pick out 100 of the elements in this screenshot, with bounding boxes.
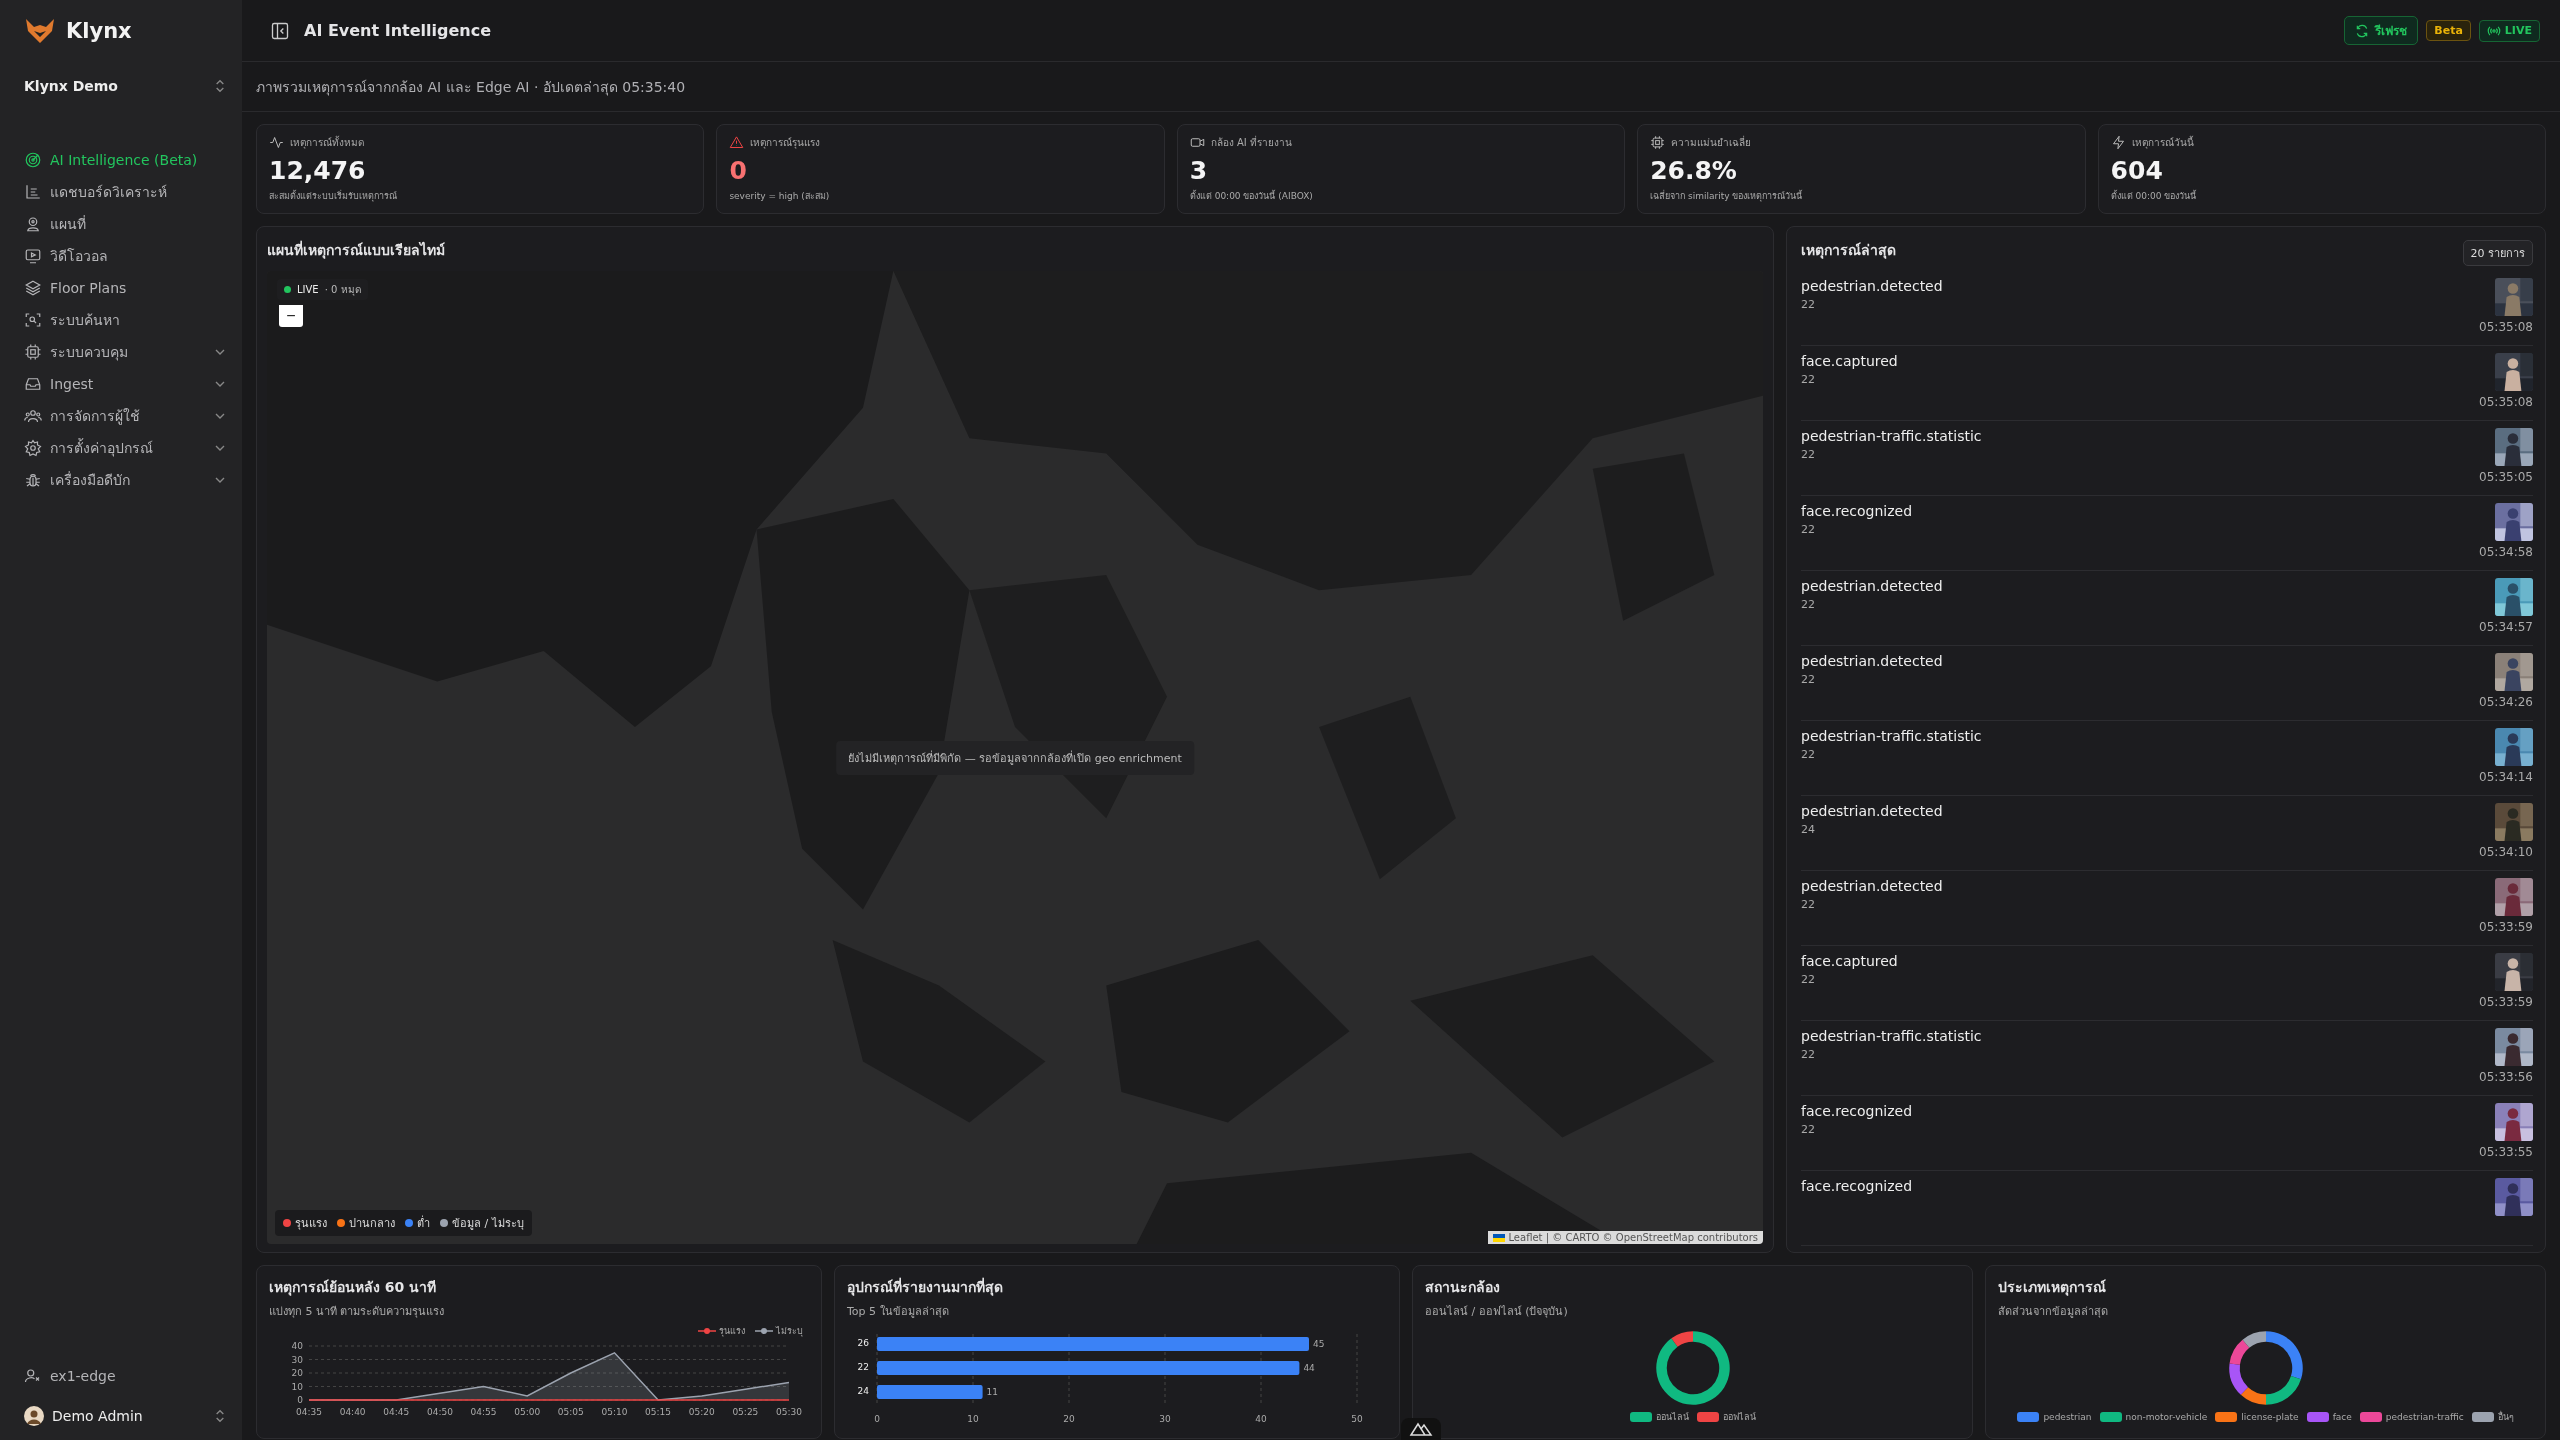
fox-logo-icon [24, 17, 56, 45]
event-time: 05:34:57 [2479, 620, 2533, 634]
sidebar-item[interactable]: ระบบควบคุม [24, 336, 228, 368]
sidebar-item[interactable]: ระบบค้นหา [24, 304, 228, 336]
live-badge: LIVE [2478, 19, 2540, 42]
layers-icon [24, 279, 42, 297]
axis-tick-label: 10 [291, 1381, 303, 1392]
chart-subtitle: Top 5 ในข้อมูลล่าสุด [847, 1304, 950, 1320]
inbox-icon [24, 375, 42, 393]
axis-tick-label: 04:35 [296, 1407, 322, 1417]
user-menu[interactable]: Demo Admin [24, 1406, 228, 1426]
sidebar-item[interactable]: แดชบอร์ดวิเคราะห์ [24, 176, 228, 208]
legend-swatch [1629, 1412, 1652, 1422]
event-type: pedestrian.detected [1801, 278, 1943, 294]
stat-value: 0 [729, 156, 748, 185]
event-row[interactable]: pedestrian.detected 22 05:35:08 [1801, 271, 2533, 346]
event-row[interactable]: pedestrian.detected 24 05:34:10 [1801, 796, 2533, 871]
event-source: 22 [1801, 598, 1816, 611]
stat-note: ตั้งแต่ 00:00 ของวันนี้ (AIBOX) [1189, 189, 1314, 203]
sidebar-item[interactable]: วิดีโอวอล [24, 240, 228, 272]
legend-swatch [1696, 1412, 1719, 1422]
axis-tick-label: 04:55 [470, 1407, 497, 1417]
axis-tick-label: 10 [967, 1414, 979, 1424]
axis-tick-label: 05:15 [645, 1407, 672, 1417]
axis-tick-label: 05:25 [732, 1407, 759, 1417]
device-link[interactable]: ex1-edge [24, 1360, 228, 1392]
event-type: face.captured [1801, 953, 1898, 969]
workspace-switcher[interactable]: Klynx Demo [24, 62, 228, 110]
stat-label: กล้อง AI ที่รายงาน [1210, 135, 1292, 150]
axis-tick-label: 50 [1351, 1414, 1363, 1424]
event-row[interactable]: pedestrian.detected 22 05:34:26 [1801, 646, 2533, 721]
sidebar-item[interactable]: การตั้งค่าอุปกรณ์ [24, 432, 228, 464]
sidebar-item[interactable]: Ingest [24, 368, 228, 400]
event-row[interactable]: face.captured 22 05:35:08 [1801, 346, 2533, 421]
sidebar-toggle-icon[interactable] [270, 20, 290, 41]
event-row[interactable]: pedestrian.detected 22 05:34:57 [1801, 571, 2533, 646]
bug-icon [24, 471, 42, 489]
legend-label: ออฟไลน์ [1722, 1411, 1756, 1424]
stat-note: สะสมตั้งแต่ระบบเริ่มรับเหตุการณ์ [269, 189, 398, 203]
zoom-out-button[interactable]: − [279, 305, 303, 327]
chart-subtitle: แบ่งทุก 5 นาที ตามระดับความรุนแรง [269, 1304, 446, 1320]
event-time: 05:34:10 [2479, 845, 2533, 859]
mountain-icon[interactable] [1401, 1418, 1441, 1440]
stat-label: เหตุการณ์วันนี้ [2131, 135, 2194, 150]
chart-subtitle: ออนไลน์ / ออฟไลน์ (ปัจจุบัน) [1425, 1304, 1569, 1320]
event-row[interactable]: face.recognized 22 05:34:58 [1801, 496, 2533, 571]
legend-label: pedestrian-traffic [2385, 1412, 2464, 1422]
sidebar-item[interactable]: Floor Plans [24, 272, 228, 304]
chip-icon [1650, 135, 1666, 150]
axis-tick-label: 20 [1063, 1414, 1075, 1424]
legend-label: รุนแรง [719, 1325, 745, 1338]
lightning-icon [2110, 135, 2126, 150]
legend-label: face [2332, 1412, 2352, 1422]
event-row[interactable]: pedestrian.detected 22 05:33:59 [1801, 871, 2533, 946]
avatar-icon [24, 1406, 44, 1426]
event-source: 22 [1801, 673, 1816, 686]
refresh-button[interactable]: รีเฟรช [2344, 16, 2419, 45]
data-label: 45 [1313, 1339, 1325, 1349]
event-time: 05:35:05 [2479, 470, 2533, 484]
event-row[interactable]: pedestrian-traffic.statistic 22 05:33:56 [1801, 1021, 2533, 1096]
event-source: 22 [1801, 898, 1816, 911]
brand-name: Klynx [66, 19, 132, 43]
event-row[interactable]: face.recognized [1801, 1171, 2533, 1246]
axis-tick-label: 0 [874, 1414, 880, 1424]
sidebar-item[interactable]: AI Intelligence (Beta) [24, 144, 228, 176]
axis-tick-label: 40 [291, 1341, 303, 1351]
event-source: 22 [1801, 523, 1816, 536]
stat-value: 604 [2110, 156, 2164, 185]
legend-label: license-plate [2241, 1412, 2299, 1422]
event-type: pedestrian.detected [1801, 653, 1943, 669]
video-icon [24, 247, 42, 265]
activity-icon [269, 135, 284, 150]
legend-label: รุนแรง [295, 1216, 327, 1232]
event-row[interactable]: pedestrian-traffic.statistic 22 05:34:14 [1801, 721, 2533, 796]
legend-label: ข้อมูล / ไม่ระบุ [452, 1216, 524, 1232]
event-row[interactable]: face.captured 22 05:33:59 [1801, 946, 2533, 1021]
camera-icon [1189, 135, 1205, 150]
legend-swatch [2017, 1412, 2040, 1422]
sidebar-item[interactable]: การจัดการผู้ใช้ [24, 400, 228, 432]
axis-tick-label: 30 [1159, 1414, 1171, 1424]
scan-search-icon [24, 311, 42, 329]
users-icon [24, 407, 42, 425]
event-source: 22 [1801, 373, 1816, 386]
live-indicator: LIVE · 0 หมุด [277, 279, 368, 300]
stat-note: ตั้งแต่ 00:00 ของวันนี้ [2110, 189, 2198, 203]
sidebar-item[interactable]: แผนที่ [24, 208, 228, 240]
event-row[interactable]: pedestrian-traffic.statistic 22 05:35:05 [1801, 421, 2533, 496]
event-type: face.recognized [1801, 503, 1913, 519]
stat-note: severity = high (สะสม) [729, 190, 831, 203]
event-type: pedestrian.detected [1801, 803, 1943, 819]
event-type: pedestrian.detected [1801, 578, 1943, 594]
radar-icon [24, 151, 42, 169]
map-pin-icon [24, 215, 42, 233]
axis-tick-label: 30 [291, 1354, 303, 1365]
stat-label: เหตุการณ์ทั้งหมด [290, 135, 364, 150]
axis-tick-label: 05:05 [557, 1407, 584, 1417]
event-type: pedestrian-traffic.statistic [1801, 428, 1982, 444]
event-row[interactable]: face.recognized 22 05:33:55 [1801, 1096, 2533, 1171]
map-attribution: Leaflet | © CARTO © OpenStreetMap contributors [1508, 1232, 1758, 1243]
sidebar-item[interactable]: เครื่องมือดีบัก [24, 464, 228, 496]
